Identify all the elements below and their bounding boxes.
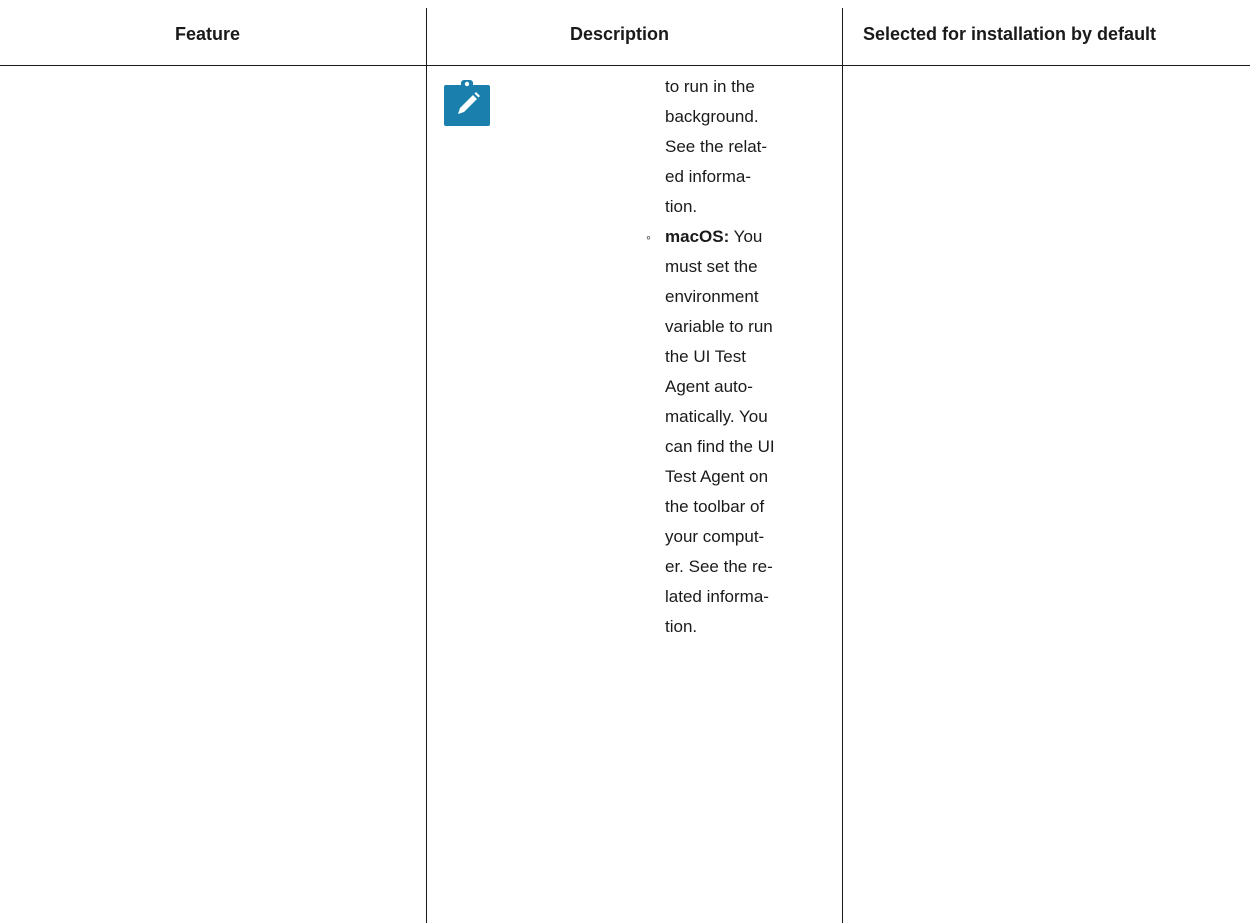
header-feature: Feature [175,24,241,44]
column-divider-1 [426,8,427,923]
header-selected-by-default: Selected for installation by default [863,24,1157,44]
description-line: tion. [665,197,698,216]
description-line: ed informa- [665,167,751,186]
note-pencil-icon [444,80,490,126]
description-line: your comput- [665,527,765,546]
macos-bullet-item: ◦ macOS: You [646,222,826,252]
description-line: to run in the [665,77,755,96]
header-description: Description [570,24,670,44]
description-line: environment [665,287,759,306]
description-line: Agent auto- [665,377,753,396]
column-divider-2 [842,8,843,923]
description-line: variable to run [665,317,773,336]
description-line: See the relat- [665,137,768,156]
bullet-first-line: You [729,227,763,246]
table-page: Feature Description Selected for install… [0,0,1250,923]
description-line: must set the [665,257,758,276]
description-line: the toolbar of [665,497,765,516]
description-line: tion. [665,617,698,636]
description-line: er. See the re- [665,557,773,576]
bullet-marker: ◦ [646,229,651,245]
description-line: Test Agent on [665,467,769,486]
description-line: can find the UI [665,437,775,456]
description-cell: to run in the background. See the relat-ed… [646,72,826,642]
description-line: matically. You [665,407,768,426]
macos-label: macOS: [665,227,730,246]
description-line: background. [665,107,759,126]
header-divider [0,65,1250,66]
description-line: the UI Test [665,347,746,366]
description-line: lated informa- [665,587,769,606]
